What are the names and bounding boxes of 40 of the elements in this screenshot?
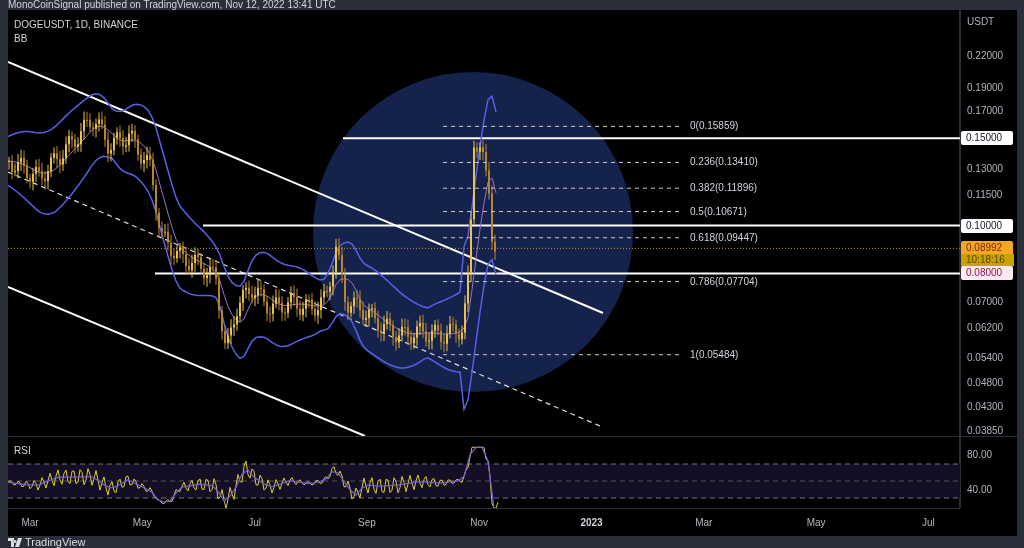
time-tick-label: Jul <box>248 517 261 528</box>
symbol-legend: DOGEUSDT, 1D, BINANCE <box>14 18 138 32</box>
time-tick-label: Nov <box>470 517 489 528</box>
price-tick-label: 0.04800 <box>967 377 1004 389</box>
price-tick-label: 0.11500 <box>967 189 1003 201</box>
fib-level-label: 0.618(0.09447) <box>690 231 758 243</box>
price-tick-label: 0.05400 <box>967 352 1004 363</box>
price-tick-label: 0.04300 <box>967 400 1004 412</box>
time-tick-label: May <box>132 517 152 528</box>
price-tick-label: 0.17000 <box>967 105 1004 117</box>
brand-name: TradingView <box>25 536 86 548</box>
rsi-tick-label: 40.00 <box>967 484 993 495</box>
fib-level-label: 0.236(0.13410) <box>690 156 758 168</box>
price-level-badge: 0.15000 <box>961 131 1013 146</box>
fib-level-label: 0.5(0.10671) <box>690 205 747 217</box>
time-tick-label: Mar <box>695 517 713 528</box>
price-tick-label: 0.07000 <box>967 296 1004 308</box>
last-price: 0.08992 <box>966 242 1004 255</box>
rsi-tick-label: 80.00 <box>967 449 993 460</box>
indicator-legend: BB <box>14 32 28 46</box>
time-tick-label: Jul <box>922 517 935 528</box>
price-level-badge: 0.08000 <box>961 266 1013 281</box>
price-tick-label: 0.22000 <box>967 50 1004 61</box>
price-level-badge: 0.10000 <box>961 218 1013 233</box>
fib-level-label: 1(0.05484) <box>690 348 739 360</box>
countdown: 10:18:16 <box>961 254 1014 267</box>
time-tick-label: 2023 <box>580 517 603 528</box>
time-tick-label: May <box>806 517 826 528</box>
price-tick-label: 0.19000 <box>967 81 1004 93</box>
fib-level-label: 0(0.15859) <box>690 120 739 132</box>
time-tick-label: Mar <box>21 517 39 528</box>
price-tick-label: 0.13000 <box>967 163 1004 175</box>
currency-label: USDT <box>967 16 995 27</box>
fib-level-label: 0.382(0.11896) <box>690 182 758 194</box>
publisher-caption: MonoCoinSignal published on TradingView.com, Nov 12, 2022 13:41 UTC <box>7 0 337 10</box>
fib-level-label: 0.786(0.07704) <box>690 275 758 287</box>
price-tick-label: 0.03850 <box>967 424 1004 436</box>
time-tick-label: Sep <box>358 517 376 528</box>
rsi-label: RSI <box>14 445 31 456</box>
price-tick-label: 0.06200 <box>967 322 1004 334</box>
